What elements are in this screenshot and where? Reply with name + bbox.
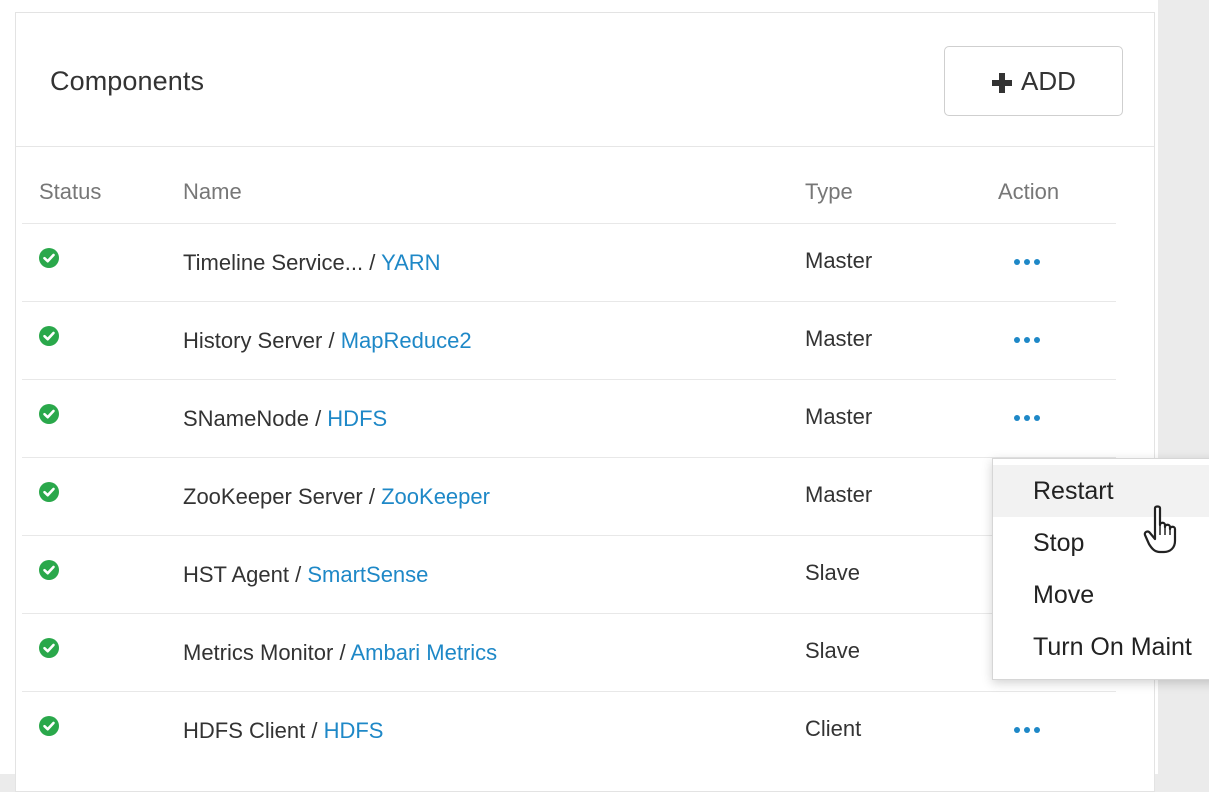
header-action: Action	[998, 179, 1060, 204]
add-component-button[interactable]: ADD	[944, 46, 1123, 116]
components-table: Status Name Type Action Timeline Service…	[22, 169, 1116, 769]
table-row: History Server / MapReduce2 Master	[22, 302, 1116, 380]
service-link[interactable]: HDFS	[324, 718, 384, 743]
component-name: HST Agent / SmartSense	[183, 562, 428, 588]
service-link[interactable]: HDFS	[327, 406, 387, 431]
table-header: Status Name Type Action	[22, 169, 1116, 224]
component-type: Master	[805, 326, 873, 351]
more-actions-icon[interactable]	[1014, 723, 1054, 737]
status-ok-icon	[39, 560, 59, 580]
service-link[interactable]: Ambari Metrics	[350, 640, 497, 665]
header-status: Status	[39, 179, 102, 204]
component-type: Master	[805, 404, 873, 429]
component-name: ZooKeeper Server / ZooKeeper	[183, 484, 490, 510]
panel-title: Components	[50, 66, 205, 96]
component-name: Metrics Monitor / Ambari Metrics	[183, 640, 497, 666]
component-label: HDFS Client /	[183, 718, 324, 743]
component-label: HST Agent /	[183, 562, 308, 587]
menu-item-move[interactable]: Move	[993, 569, 1209, 621]
status-ok-icon	[39, 326, 59, 346]
service-link[interactable]: MapReduce2	[341, 328, 472, 353]
more-actions-icon[interactable]	[1014, 333, 1054, 347]
component-name: History Server / MapReduce2	[183, 328, 472, 354]
table-row: SNameNode / HDFS Master	[22, 380, 1116, 458]
component-type: Slave	[805, 560, 861, 585]
more-actions-icon[interactable]	[1014, 255, 1054, 269]
component-label: SNameNode /	[183, 406, 328, 431]
service-link[interactable]: YARN	[381, 250, 441, 275]
status-ok-icon	[39, 482, 59, 502]
status-ok-icon	[39, 404, 59, 424]
component-name: HDFS Client / HDFS	[183, 718, 383, 744]
service-link[interactable]: SmartSense	[307, 562, 428, 587]
header-name: Name	[183, 179, 242, 204]
panel-header: Components ADD	[16, 13, 1154, 147]
add-button-label: ADD	[1021, 65, 1076, 96]
table-row: Metrics Monitor / Ambari Metrics Slave	[22, 614, 1116, 692]
component-name: Timeline Service... / YARN	[183, 250, 441, 276]
service-link[interactable]: ZooKeeper	[381, 484, 490, 509]
table-row: HDFS Client / HDFS Client	[22, 692, 1116, 769]
component-label: Timeline Service... /	[183, 250, 382, 275]
header-type: Type	[805, 179, 853, 204]
action-dropdown-menu: Restart Stop Move Turn On Maint	[992, 458, 1209, 680]
table-row: ZooKeeper Server / ZooKeeper Master	[22, 458, 1116, 536]
component-name: SNameNode / HDFS	[183, 406, 387, 432]
component-type: Master	[805, 248, 873, 273]
component-type: Master	[805, 482, 873, 507]
status-ok-icon	[39, 248, 59, 268]
component-label: ZooKeeper Server /	[183, 484, 382, 509]
component-type: Client	[805, 716, 862, 741]
status-ok-icon	[39, 716, 59, 736]
menu-item-maintenance[interactable]: Turn On Maint	[993, 621, 1209, 673]
component-label: Metrics Monitor /	[183, 640, 351, 665]
component-label: History Server /	[183, 328, 341, 353]
more-actions-icon[interactable]	[1014, 411, 1054, 425]
table-row: HST Agent / SmartSense Slave	[22, 536, 1116, 614]
table-row: Timeline Service... / YARN Master	[22, 224, 1116, 302]
plus-icon	[991, 70, 1013, 93]
component-type: Slave	[805, 638, 861, 663]
hand-pointer-icon	[1142, 505, 1186, 555]
status-ok-icon	[39, 638, 59, 658]
